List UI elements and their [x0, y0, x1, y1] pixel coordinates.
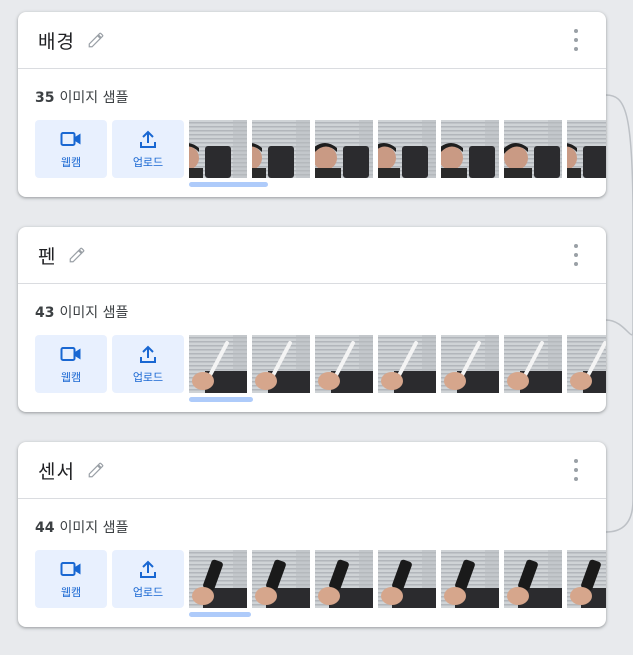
sample-count-number: 43 — [35, 305, 55, 321]
pencil-icon[interactable] — [85, 459, 107, 481]
sample-count-label: 이미지 샘플 — [59, 90, 129, 106]
sample-thumbnail[interactable] — [189, 550, 247, 608]
sample-thumbnail[interactable] — [504, 335, 562, 393]
sample-thumbnail[interactable] — [567, 550, 606, 608]
thumbnail-scroll-indicator[interactable] — [189, 182, 268, 187]
sample-thumbnail[interactable] — [441, 550, 499, 608]
class-name[interactable]: 배경 — [38, 27, 75, 54]
sample-thumbnail[interactable] — [378, 550, 436, 608]
sample-count: 44 이미지 샘플 — [35, 517, 128, 537]
sample-thumbnail[interactable] — [252, 550, 310, 608]
class-card-pen: 펜 43 이미지 샘플 웹캠 업로드 — [18, 227, 606, 412]
sample-thumbnail[interactable] — [315, 550, 373, 608]
card-header: 배경 — [18, 12, 606, 69]
sample-thumbnail[interactable] — [378, 335, 436, 393]
sample-thumbnail[interactable] — [189, 335, 247, 393]
webcam-button[interactable]: 웹캠 — [35, 335, 107, 393]
class-name[interactable]: 펜 — [38, 242, 56, 269]
thumbnail-scroll-indicator[interactable] — [189, 612, 251, 617]
upload-button-label: 업로드 — [132, 586, 164, 599]
webcam-button[interactable]: 웹캠 — [35, 120, 107, 178]
class-name[interactable]: 센서 — [38, 457, 75, 484]
webcam-button-label: 웹캠 — [60, 586, 82, 599]
sample-thumbnail[interactable] — [441, 335, 499, 393]
sample-thumbnails — [189, 335, 606, 393]
sample-thumbnails — [189, 550, 606, 608]
card-header: 센서 — [18, 442, 606, 499]
sample-thumbnail[interactable] — [441, 120, 499, 178]
sample-count-label: 이미지 샘플 — [59, 305, 129, 321]
more-vert-icon[interactable] — [568, 29, 584, 51]
pencil-icon[interactable] — [85, 29, 107, 51]
card-header: 펜 — [18, 227, 606, 284]
sample-thumbnail[interactable] — [189, 120, 247, 178]
sample-count-label: 이미지 샘플 — [59, 520, 129, 536]
card-body: 44 이미지 샘플 웹캠 업로드 — [18, 499, 606, 627]
sample-thumbnail[interactable] — [315, 120, 373, 178]
card-body: 35 이미지 샘플 웹캠 업로드 — [18, 69, 606, 197]
sample-count-number: 35 — [35, 90, 55, 106]
sample-count-number: 44 — [35, 520, 55, 536]
sample-thumbnail[interactable] — [378, 120, 436, 178]
sample-thumbnail[interactable] — [567, 120, 606, 178]
sample-thumbnail[interactable] — [315, 335, 373, 393]
videocam-icon — [60, 558, 82, 580]
upload-button-label: 업로드 — [132, 156, 164, 169]
webcam-button[interactable]: 웹캠 — [35, 550, 107, 608]
upload-icon — [139, 343, 157, 365]
upload-button-label: 업로드 — [132, 371, 164, 384]
sample-thumbnail[interactable] — [252, 335, 310, 393]
videocam-icon — [60, 343, 82, 365]
upload-button[interactable]: 업로드 — [112, 335, 184, 393]
more-vert-icon[interactable] — [568, 244, 584, 266]
more-vert-icon[interactable] — [568, 459, 584, 481]
sample-thumbnail[interactable] — [252, 120, 310, 178]
sample-count: 35 이미지 샘플 — [35, 87, 128, 107]
class-card-sensor: 센서 44 이미지 샘플 웹캠 업로드 — [18, 442, 606, 627]
upload-button[interactable]: 업로드 — [112, 120, 184, 178]
webcam-button-label: 웹캠 — [60, 156, 82, 169]
sample-thumbnails — [189, 120, 606, 178]
class-card-background: 배경 35 이미지 샘플 웹캠 업로드 — [18, 12, 606, 197]
upload-button[interactable]: 업로드 — [112, 550, 184, 608]
sample-thumbnail[interactable] — [504, 120, 562, 178]
upload-icon — [139, 128, 157, 150]
sample-thumbnail[interactable] — [504, 550, 562, 608]
upload-icon — [139, 558, 157, 580]
sample-count: 43 이미지 샘플 — [35, 302, 128, 322]
webcam-button-label: 웹캠 — [60, 371, 82, 384]
card-body: 43 이미지 샘플 웹캠 업로드 — [18, 284, 606, 412]
videocam-icon — [60, 128, 82, 150]
pencil-icon[interactable] — [66, 244, 88, 266]
sample-thumbnail[interactable] — [567, 335, 606, 393]
thumbnail-scroll-indicator[interactable] — [189, 397, 253, 402]
